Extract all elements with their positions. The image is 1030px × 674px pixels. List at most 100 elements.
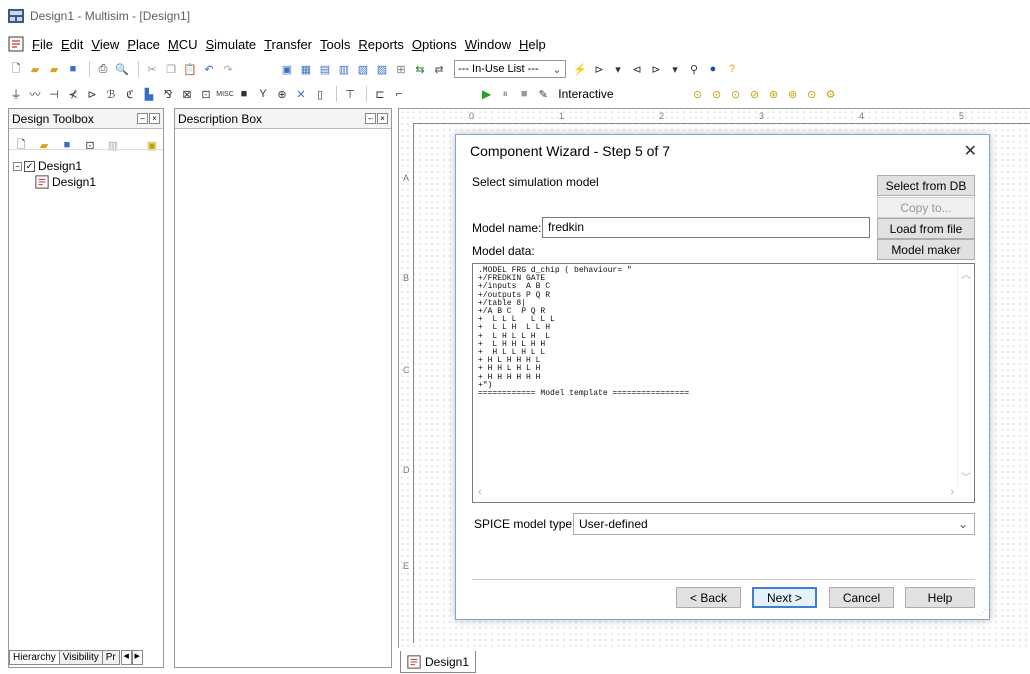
grapher-icon[interactable]: ▨ — [374, 61, 390, 77]
menu-place[interactable]: Place — [127, 37, 160, 52]
menu-window[interactable]: Window — [465, 37, 511, 52]
source-icon[interactable]: ⏚ — [8, 86, 24, 102]
transfer-icon[interactable]: ⇄ — [431, 61, 447, 77]
rf-icon[interactable]: Y — [255, 86, 271, 102]
probe-voltage-icon[interactable]: ⊙ — [690, 86, 706, 102]
in-use-list-dropdown[interactable]: --- In-Use List --- ⌄ — [454, 60, 566, 78]
design-sheet-tab[interactable]: Design1 — [400, 651, 477, 673]
model-data-textarea[interactable]: .MODEL FRG d_chip ( behaviour= " +/FREDK… — [472, 263, 975, 503]
mcu-icon[interactable]: ▯ — [312, 86, 328, 102]
menu-help[interactable]: Help — [519, 37, 546, 52]
undo-icon[interactable]: ↶ — [201, 61, 217, 77]
spreadsheet-icon[interactable]: ▤ — [317, 61, 333, 77]
select-from-db-button[interactable]: Select from DB — [877, 175, 975, 196]
dropdown-arrow-icon[interactable]: ▾ — [667, 61, 683, 77]
scroll-left-icon[interactable]: ‹ — [478, 486, 482, 498]
run-icon[interactable]: ▶ — [482, 87, 491, 101]
next-button[interactable]: Next > — [752, 587, 817, 608]
instrument-icon[interactable]: ⊲ — [629, 61, 645, 77]
menu-reports[interactable]: Reports — [358, 37, 404, 52]
pause-icon[interactable]: ⏸ — [497, 86, 513, 102]
analysis-icon[interactable]: ⊳ — [591, 61, 607, 77]
model-maker-button[interactable]: Model maker — [877, 239, 975, 260]
spice-model-type-select[interactable]: User-defined ⌄ — [573, 513, 975, 535]
tree-item-root[interactable]: − ✓ Design1 — [13, 158, 96, 174]
grid-icon[interactable]: ▦ — [298, 61, 314, 77]
dropdown-arrow-icon[interactable]: ▾ — [610, 61, 626, 77]
tab-right-icon[interactable]: ▶ — [131, 650, 143, 665]
tab-visibility[interactable]: Visibility — [58, 650, 103, 665]
scroll-down-icon[interactable]: ﹀ — [961, 469, 971, 484]
menu-file[interactable]: File — [32, 37, 53, 52]
close-icon[interactable]: × — [377, 113, 388, 124]
full-screen-icon[interactable]: ▣ — [279, 61, 295, 77]
menu-options[interactable]: Options — [412, 37, 457, 52]
advanced-peripherals-icon[interactable]: ■ — [236, 86, 252, 102]
vertical-scrollbar[interactable]: ︿ ﹀ — [957, 264, 974, 486]
menu-mcu[interactable]: MCU — [168, 37, 198, 52]
ttl-icon[interactable]: ℬ — [103, 86, 119, 102]
mixed-icon[interactable]: ⅋ — [160, 86, 176, 102]
menu-view[interactable]: View — [91, 37, 119, 52]
cmos-icon[interactable]: ℭ — [122, 86, 138, 102]
checkbox-icon[interactable]: ✓ — [24, 160, 35, 172]
misc-icon[interactable]: MISC — [216, 86, 234, 102]
transistor-icon[interactable]: ⊀ — [65, 86, 81, 102]
close-icon[interactable]: ✕ — [964, 141, 977, 161]
menu-tools[interactable]: Tools — [320, 37, 350, 52]
save-icon[interactable]: ■ — [65, 61, 81, 77]
wire-icon[interactable]: ⌐ — [391, 86, 407, 102]
instrument-2-icon[interactable]: ⊳ — [648, 61, 664, 77]
electromechanical-icon[interactable]: ⊕ — [274, 86, 290, 102]
collapse-icon[interactable]: − — [13, 161, 22, 171]
menu-transfer[interactable]: Transfer — [264, 37, 312, 52]
cancel-button[interactable]: Cancel — [829, 587, 894, 608]
basic-icon[interactable]: 〰 — [27, 86, 43, 102]
scroll-up-icon[interactable]: ︿ — [961, 266, 971, 281]
redo-icon[interactable]: ↷ — [220, 61, 236, 77]
erc-icon[interactable]: ⇆ — [412, 61, 428, 77]
resize-grip-icon[interactable]: ⋰ — [979, 608, 987, 617]
minimize-icon[interactable]: – — [137, 113, 148, 124]
probe-reference-icon[interactable]: ⊚ — [785, 86, 801, 102]
probe-settings-icon[interactable]: ⚙ — [823, 86, 839, 102]
power-icon[interactable]: ⊡ — [198, 86, 214, 102]
menu-edit[interactable]: Edit — [61, 37, 83, 52]
open-icon[interactable]: ▰ — [27, 61, 43, 77]
probe-current-icon[interactable]: ⊙ — [709, 86, 725, 102]
diode-icon[interactable]: ⊣ — [46, 86, 62, 102]
back-button[interactable]: < Back — [676, 587, 741, 608]
tab-project[interactable]: Pr — [101, 650, 120, 665]
open-sample-icon[interactable]: ▰ — [46, 61, 62, 77]
stop-icon[interactable]: ■ — [516, 86, 532, 102]
probe-differential-icon[interactable]: ⊘ — [747, 86, 763, 102]
cut-icon[interactable]: ✂ — [144, 61, 160, 77]
print-preview-icon[interactable]: 🔍 — [114, 61, 130, 77]
probe-digital-icon[interactable]: ⊙ — [804, 86, 820, 102]
help-button[interactable]: Help — [905, 587, 975, 608]
database-manager-icon[interactable]: ▥ — [336, 61, 352, 77]
print-icon[interactable]: ⎙ — [95, 61, 111, 77]
indicator-icon[interactable]: ⊠ — [179, 86, 195, 102]
probe-vi-icon[interactable]: ⊛ — [766, 86, 782, 102]
ni-components-icon[interactable]: ✕ — [293, 86, 309, 102]
tab-hierarchy[interactable]: Hierarchy — [9, 650, 60, 665]
tab-left-icon[interactable]: ◀ — [120, 650, 132, 665]
scroll-right-icon[interactable]: › — [950, 486, 954, 498]
document-icon[interactable] — [8, 36, 24, 52]
menu-simulate[interactable]: Simulate — [205, 37, 256, 52]
help-icon[interactable]: ? — [724, 61, 740, 77]
probe-icon[interactable]: ⚡ — [572, 61, 588, 77]
probe-power-icon[interactable]: ⊙ — [728, 86, 744, 102]
interactive-mode-label[interactable]: Interactive — [558, 87, 613, 101]
copy-icon[interactable]: ❐ — [163, 61, 179, 77]
minimize-icon[interactable]: – — [365, 113, 376, 124]
new-icon[interactable]: 🗋 — [8, 61, 24, 77]
postprocessor-icon[interactable]: ⊞ — [393, 61, 409, 77]
interactive-icon[interactable]: ✎ — [535, 86, 551, 102]
component-wizard-icon[interactable]: ▧ — [355, 61, 371, 77]
hierarchical-block-icon[interactable]: ⊤ — [342, 86, 358, 102]
model-name-input[interactable]: fredkin — [542, 217, 870, 238]
led-icon[interactable]: ● — [705, 61, 721, 77]
paste-icon[interactable]: 📋 — [182, 61, 198, 77]
